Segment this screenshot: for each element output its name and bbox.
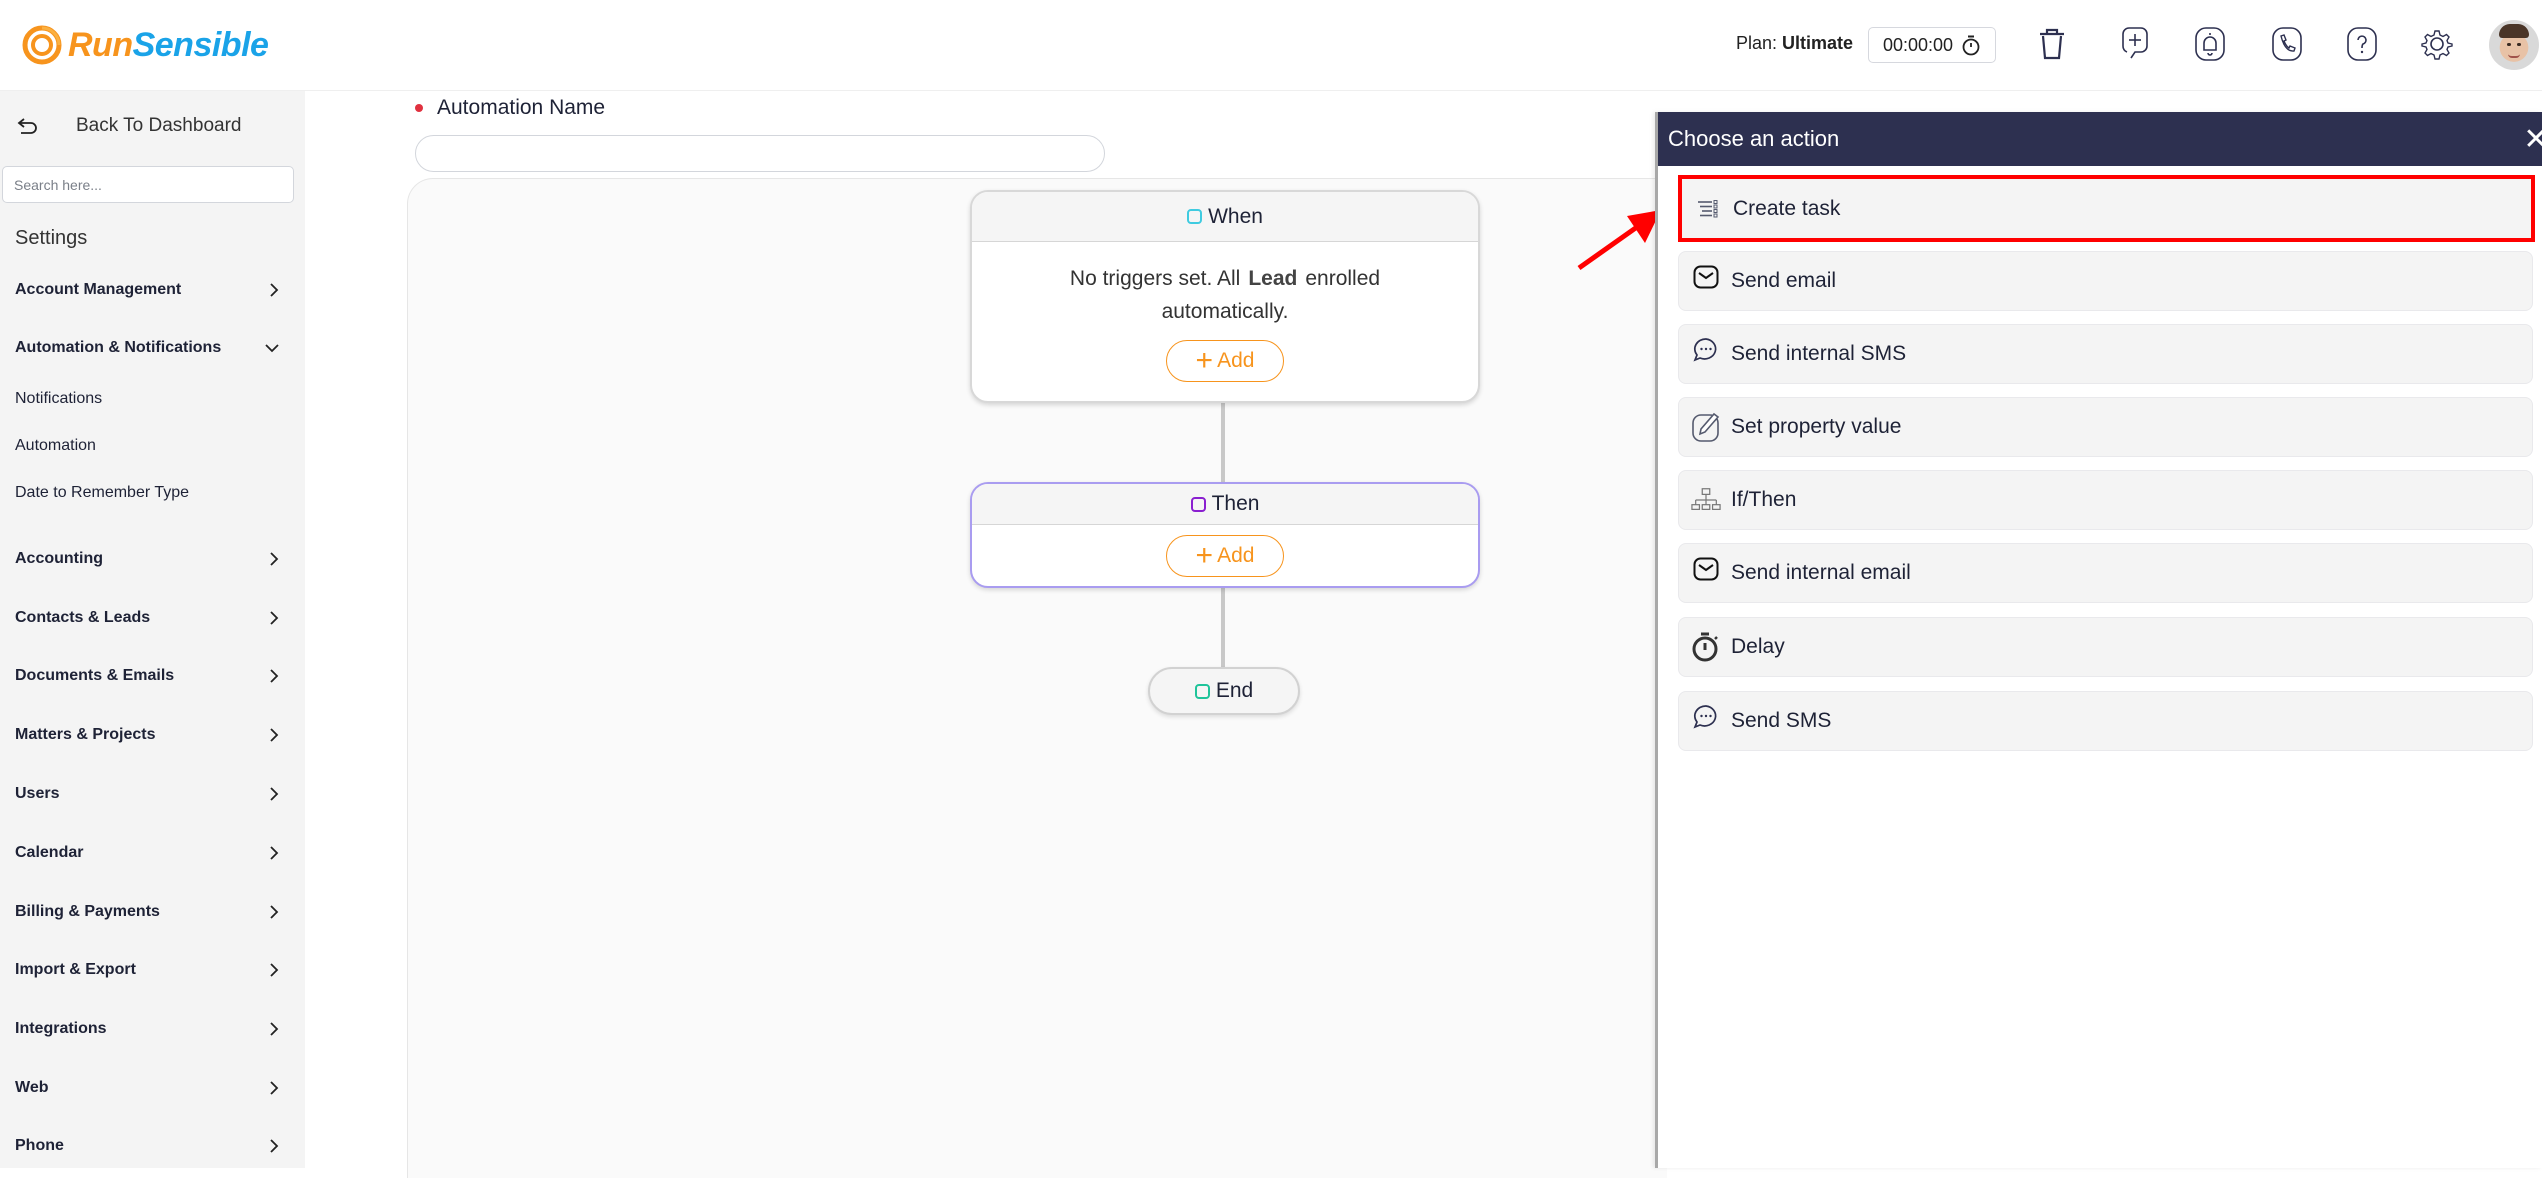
automation-name-label: Automation Name — [415, 96, 605, 120]
action-create-task[interactable]: Create task — [1678, 175, 2535, 242]
sidebar-item-users[interactable]: Users — [15, 785, 280, 803]
stopwatch-icon — [1962, 35, 1980, 56]
sidebar-subitem-date-to-remember-type[interactable]: Date to Remember Type — [15, 484, 189, 502]
action-if-then[interactable]: If/Then — [1678, 470, 2533, 530]
add-task-icon — [2122, 27, 2148, 59]
chevron-right-icon — [270, 905, 279, 919]
help-button[interactable] — [2342, 24, 2382, 64]
plan-label: Plan: — [1736, 33, 1778, 53]
task-list-icon — [1693, 194, 1723, 224]
chevron-right-icon — [270, 1139, 279, 1153]
chat-bubble-icon — [1691, 335, 1721, 365]
choose-action-panel: Choose an action ✕ Create task Send emai… — [1655, 112, 2542, 1168]
branch-icon — [1691, 485, 1721, 515]
sidebar-item-automation-notifications[interactable]: Automation & Notifications — [15, 339, 280, 357]
sidebar-item-accounting[interactable]: Accounting — [15, 550, 280, 568]
sidebar-subitem-notifications[interactable]: Notifications — [15, 390, 102, 408]
logo-text-run: Run — [68, 25, 133, 64]
panel-header: Choose an action ✕ — [1658, 112, 2542, 166]
when-marker-icon — [1187, 209, 1203, 224]
phone-button[interactable] — [2267, 24, 2307, 64]
back-arrow-icon — [17, 118, 37, 134]
plus-icon: + — [1195, 539, 1214, 572]
then-marker-icon — [1190, 496, 1206, 512]
sidebar-item-account-management[interactable]: Account Management — [15, 281, 280, 299]
sidebar-item-import-export[interactable]: Import & Export — [15, 961, 280, 979]
logo-text-sensible: Sensible — [132, 25, 269, 64]
trash-button[interactable] — [2032, 24, 2072, 64]
then-card-header: Then — [972, 484, 1478, 525]
mail-icon — [1691, 262, 1721, 292]
plan-indicator: Plan: Ultimate — [1736, 33, 1853, 54]
sidebar-item-integrations[interactable]: Integrations — [15, 1020, 280, 1038]
back-to-dashboard-link[interactable]: Back To Dashboard — [16, 111, 241, 141]
bell-icon — [2195, 27, 2225, 61]
chevron-right-icon — [270, 787, 279, 801]
edit-icon — [1691, 412, 1721, 442]
when-card: When No triggers set. All Lead enrolled au… — [970, 190, 1480, 403]
plus-icon: + — [1195, 344, 1214, 377]
sidebar-item-contacts-leads[interactable]: Contacts & Leads — [15, 609, 280, 627]
panel-title: Choose an action — [1668, 126, 1840, 151]
flow-connector — [1221, 403, 1225, 483]
add-trigger-button[interactable]: + Add — [1166, 340, 1284, 382]
user-avatar[interactable] — [2489, 20, 2539, 70]
phone-icon — [2272, 27, 2302, 61]
close-icon[interactable]: ✕ — [2516, 122, 2542, 157]
sidebar-item-calendar[interactable]: Calendar — [15, 844, 280, 862]
chevron-right-icon — [270, 1081, 279, 1095]
chevron-down-icon — [265, 344, 279, 353]
chevron-right-icon — [270, 611, 279, 625]
chevron-right-icon — [270, 963, 279, 977]
trash-icon — [2040, 28, 2064, 60]
logo-icon — [22, 25, 62, 65]
required-dot-icon — [415, 104, 423, 112]
chevron-right-icon — [270, 283, 279, 297]
action-send-sms[interactable]: Send SMS — [1678, 691, 2533, 751]
automation-name-input[interactable] — [415, 135, 1105, 172]
chevron-right-icon — [270, 669, 279, 683]
notifications-button[interactable] — [2190, 24, 2230, 64]
timer-value: 00:00:00 — [1883, 34, 1954, 55]
sidebar-item-billing-payments[interactable]: Billing & Payments — [15, 903, 280, 921]
top-header: Run Sensible Plan: Ultimate 00:00:00 — [0, 0, 2542, 91]
then-card: Then + Add — [970, 482, 1480, 588]
stopwatch-icon — [1691, 632, 1721, 662]
end-marker-icon — [1194, 683, 1210, 699]
sidebar-item-documents-emails[interactable]: Documents & Emails — [15, 667, 280, 685]
sidebar-item-web[interactable]: Web — [15, 1079, 280, 1097]
action-send-email[interactable]: Send email — [1678, 251, 2533, 311]
chevron-right-icon — [270, 552, 279, 566]
back-to-dashboard-label: Back To Dashboard — [76, 115, 242, 136]
timer-widget[interactable]: 00:00:00 — [1868, 27, 1996, 63]
add-action-button[interactable]: + Add — [1166, 535, 1284, 577]
action-send-internal-sms[interactable]: Send internal SMS — [1678, 324, 2533, 384]
chevron-right-icon — [270, 728, 279, 742]
sidebar-search-input[interactable] — [2, 166, 294, 203]
sidebar-item-phone[interactable]: Phone — [15, 1137, 280, 1155]
plan-value: Ultimate — [1782, 33, 1854, 53]
add-task-button[interactable] — [2115, 24, 2155, 64]
flow-connector — [1221, 588, 1225, 668]
settings-button[interactable] — [2417, 24, 2457, 64]
action-set-property-value[interactable]: Set property value — [1678, 397, 2533, 457]
sidebar-subitem-automation[interactable]: Automation — [15, 437, 96, 455]
action-send-internal-email[interactable]: Send internal email — [1678, 543, 2533, 603]
gear-icon — [2421, 30, 2453, 60]
chat-bubble-icon — [1691, 702, 1721, 732]
settings-sidebar: Back To Dashboard Settings Account Manag… — [0, 91, 305, 1168]
annotation-arrow-icon — [1577, 210, 1661, 271]
chevron-right-icon — [270, 1022, 279, 1036]
action-delay[interactable]: Delay — [1678, 617, 2533, 677]
end-node: End — [1148, 667, 1300, 715]
runsensible-logo[interactable]: Run Sensible — [22, 22, 269, 68]
trigger-description: No triggers set. All Lead enrolled automat… — [1069, 267, 1381, 323]
sidebar-item-matters-projects[interactable]: Matters & Projects — [15, 726, 280, 744]
when-card-header: When — [972, 192, 1478, 242]
help-icon — [2347, 27, 2377, 61]
trigger-entity: Lead — [1248, 267, 1298, 290]
settings-heading: Settings — [15, 227, 88, 249]
mail-icon — [1691, 554, 1721, 584]
chevron-right-icon — [270, 846, 279, 860]
